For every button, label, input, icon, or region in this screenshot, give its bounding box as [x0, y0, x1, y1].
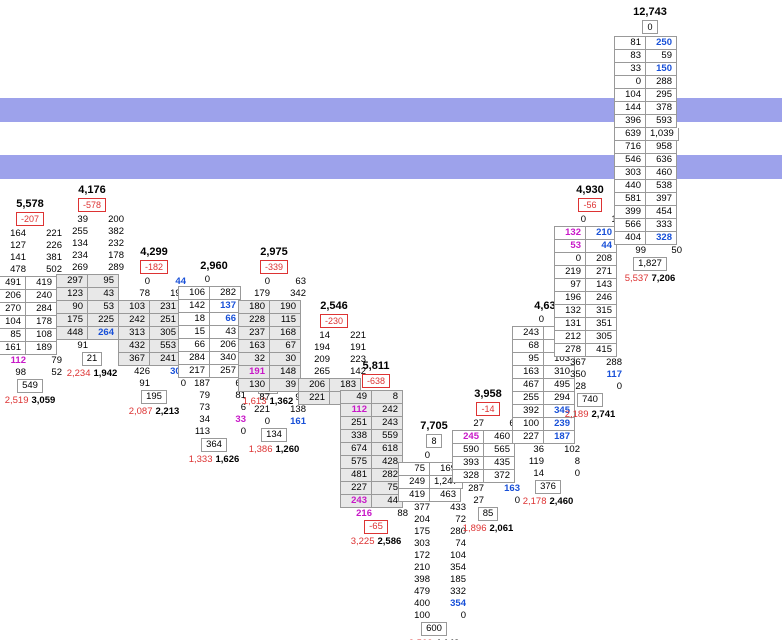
- module-sumbox: 1,827: [614, 257, 686, 271]
- module-footer: 1,3331,626: [178, 454, 250, 465]
- module-tag: -578: [56, 198, 128, 212]
- module-m12743: 12,7430812508359331500288104295144378396…: [614, 6, 686, 284]
- module-sumbox: 740: [554, 393, 626, 407]
- module-sumbox: 549: [0, 379, 66, 393]
- module-header: 2,975: [238, 246, 310, 258]
- diagram-stage: 5,578-2071642211272261413814785024914192…: [0, 0, 782, 640]
- module-header: 5,811: [340, 360, 412, 372]
- module-header: 4,299: [118, 246, 190, 258]
- module-footer: 5,5377,206: [614, 273, 686, 284]
- module-tag: 0: [614, 20, 686, 34]
- module-footer: 1,8962,061: [452, 523, 524, 534]
- module-header: 2,546: [298, 300, 370, 312]
- module-sumbox: 600: [398, 622, 470, 636]
- module-tag: -230: [298, 314, 370, 328]
- module-sumbox: 85: [452, 507, 524, 521]
- module-tag: -339: [238, 260, 310, 274]
- module-header: 12,743: [614, 6, 686, 18]
- module-tag: -638: [340, 374, 412, 388]
- module-footer: 2,1782,460: [512, 496, 584, 507]
- module-header: 4,176: [56, 184, 128, 196]
- module-footer: 2,5193,059: [0, 395, 66, 406]
- module-sumbox: 376: [512, 480, 584, 494]
- module-footer: 2,1892,741: [554, 409, 626, 420]
